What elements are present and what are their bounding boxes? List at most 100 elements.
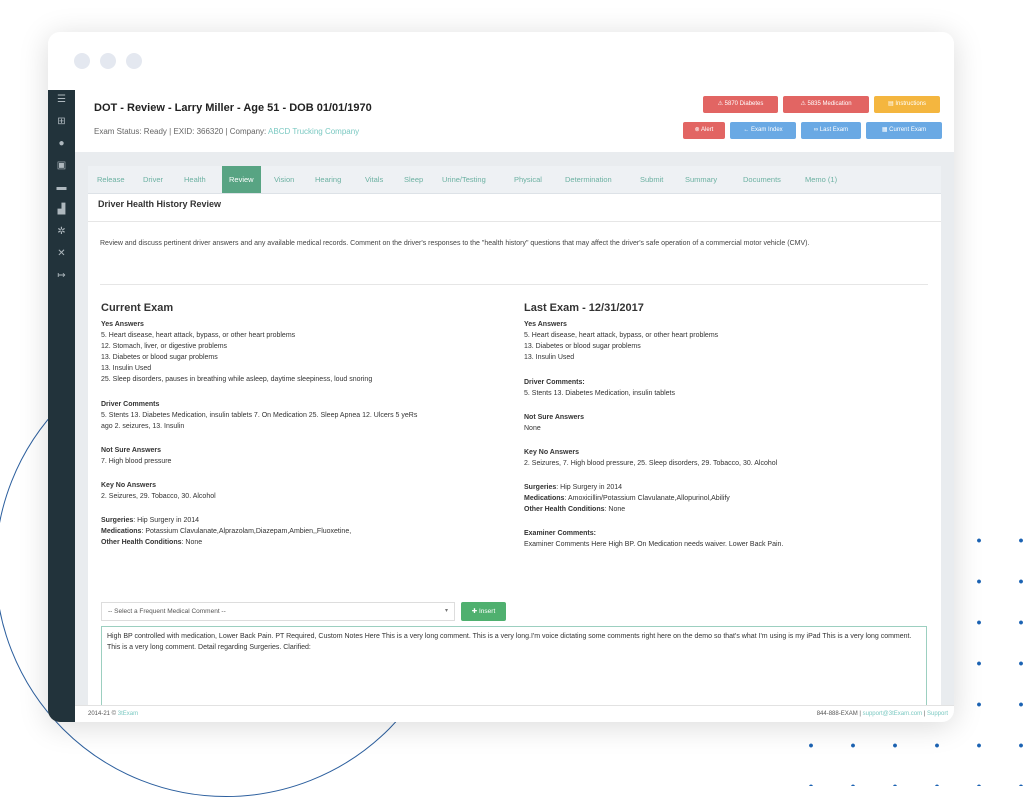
examiner-comments-label: Examiner Comments: — [524, 530, 596, 537]
current-medications: Medications: Potassium Clavulanate,Alpra… — [101, 526, 511, 537]
list-item: 13. Insulin Used — [101, 365, 152, 372]
footer: 2014-21 © 3tExam 844-888-EXAM | support@… — [75, 705, 954, 722]
tab-documents[interactable]: Documents — [743, 166, 781, 193]
last-exam-column: Last Exam - 12/31/2017 Yes Answers 5. He… — [524, 297, 934, 550]
tab-driver[interactable]: Driver — [143, 166, 163, 193]
tab-urine-testing[interactable]: Urine/Testing — [442, 166, 486, 193]
intro-text: Review and discuss pertinent driver answ… — [100, 240, 810, 247]
medications-label: Medications — [101, 528, 142, 535]
window-dot-1[interactable] — [74, 53, 90, 69]
company-link[interactable]: ABCD Trucking Company — [268, 127, 359, 136]
exam-tabs: Release Driver Health Review Vision Hear… — [88, 166, 941, 194]
folder-icon[interactable]: ▬ — [48, 182, 75, 194]
alert-button[interactable]: ⊗ Alert — [683, 122, 725, 139]
current-exam-button[interactable]: ▦ Current Exam — [866, 122, 942, 139]
list-icon[interactable]: ☰ — [48, 94, 75, 106]
current-keyno-label: Key No Answers — [101, 482, 156, 489]
tab-physical[interactable]: Physical — [514, 166, 542, 193]
other-conditions-label: Other Health Conditions — [101, 539, 182, 546]
window-dot-2[interactable] — [100, 53, 116, 69]
other-conditions-value: : None — [181, 539, 203, 546]
tab-review[interactable]: Review — [222, 166, 261, 193]
email-link[interactable]: support@3tExam.com — [863, 711, 922, 717]
warning-icon: ⚠ — [717, 101, 725, 107]
insert-button[interactable]: ✚ Insert — [461, 602, 506, 621]
logout-icon[interactable]: ↦ — [48, 270, 75, 282]
support-link[interactable]: Support — [927, 711, 948, 717]
tab-vitals[interactable]: Vitals — [365, 166, 383, 193]
exam-index-button[interactable]: ← Exam Index — [730, 122, 796, 139]
plus-icon: ✚ — [471, 608, 479, 615]
medication-button-label: 5835 Medication — [807, 101, 852, 107]
frequent-comment-select[interactable]: -- Select a Frequent Medical Comment -- … — [101, 602, 455, 621]
section-divider — [88, 221, 941, 222]
medication-button[interactable]: ⚠ 5835 Medication — [783, 96, 869, 113]
sidebar: ☰ ⊞ ● ▣ ▬ ▟ ✲ ✕ ↦ — [48, 90, 75, 722]
current-exam-button-label: Current Exam — [889, 127, 927, 133]
last-medications: Medications: Amoxicillin/Potassium Clavu… — [524, 493, 934, 504]
list-item: 13. Diabetes or blood sugar problems — [524, 343, 641, 350]
current-comments-line: 5. Stents 13. Diabetes Medication, insul… — [101, 412, 418, 419]
tab-release[interactable]: Release — [97, 166, 125, 193]
alert-button-label: Alert — [701, 127, 714, 133]
truck-icon[interactable]: ▣ — [48, 160, 75, 172]
current-yes-label: Yes Answers — [101, 321, 144, 328]
tools-icon[interactable]: ✕ — [48, 248, 75, 260]
last-yes-label: Yes Answers — [524, 321, 567, 328]
tab-summary[interactable]: Summary — [685, 166, 717, 193]
diabetes-button-label: 5870 Diabetes — [724, 101, 764, 107]
exam-status: Exam Status: Ready | EXID: 366320 | Comp… — [94, 127, 359, 136]
gear-icon[interactable]: ✲ — [48, 226, 75, 238]
last-exam-button[interactable]: ∞ Last Exam — [801, 122, 861, 139]
chart-icon[interactable]: ▟ — [48, 204, 75, 216]
surgeries-label: Surgeries — [101, 517, 134, 524]
review-panel: Release Driver Health Review Vision Hear… — [88, 166, 941, 722]
current-notsure-label: Not Sure Answers — [101, 447, 162, 454]
tab-memo[interactable]: Memo (1) — [805, 166, 837, 193]
exam-index-button-label: Exam Index — [750, 127, 783, 133]
tab-health[interactable]: Health — [184, 166, 206, 193]
user-icon[interactable]: ● — [48, 138, 75, 150]
surgeries-value: : Hip Surgery in 2014 — [133, 517, 200, 524]
last-other-conditions: Other Health Conditions: None — [524, 504, 934, 515]
tab-submit[interactable]: Submit — [640, 166, 663, 193]
surgeries-value: : Hip Surgery in 2014 — [556, 484, 623, 491]
medications-value: : Amoxicillin/Potassium Clavulanate,Allo… — [564, 495, 730, 502]
last-comments-value: 5. Stents 13. Diabetes Medication, insul… — [524, 390, 675, 397]
instructions-button[interactable]: ▤ Instructions — [874, 96, 940, 113]
insert-button-label: Insert — [479, 608, 496, 615]
current-keyno-value: 2. Seizures, 29. Tobacco, 30. Alcohol — [101, 493, 216, 500]
diabetes-button[interactable]: ⚠ 5870 Diabetes — [703, 96, 778, 113]
phone-text: 844-888-EXAM | — [816, 711, 863, 717]
page-title: DOT - Review - Larry Miller - Age 51 - D… — [94, 102, 372, 114]
tab-hearing[interactable]: Hearing — [315, 166, 341, 193]
current-other-conditions: Other Health Conditions: None — [101, 537, 511, 548]
brand-link[interactable]: 3tExam — [118, 711, 138, 717]
frequent-comment-select-value: -- Select a Frequent Medical Comment -- — [108, 608, 226, 615]
tab-sleep[interactable]: Sleep — [404, 166, 423, 193]
medications-label: Medications — [524, 495, 565, 502]
window-dot-3[interactable] — [126, 53, 142, 69]
hospital-icon[interactable]: ⊞ — [48, 116, 75, 128]
other-conditions-value: : None — [604, 506, 626, 513]
tab-vision[interactable]: Vision — [274, 166, 294, 193]
current-comments-line: ago 2. seizures, 13. Insulin — [101, 423, 185, 430]
warning-icon: ⚠ — [800, 101, 808, 107]
last-exam-title: Last Exam - 12/31/2017 — [524, 302, 644, 314]
list-item: 5. Heart disease, heart attack, bypass, … — [524, 332, 719, 339]
medications-value: : Potassium Clavulanate,Alprazolam,Diaze… — [141, 528, 352, 535]
other-conditions-label: Other Health Conditions — [524, 506, 605, 513]
intro-divider — [100, 284, 928, 285]
last-notsure-value: None — [524, 425, 541, 432]
footer-copyright: 2014-21 © 3tExam — [88, 706, 138, 722]
exam-status-text: Exam Status: Ready | EXID: 366320 | Comp… — [94, 127, 269, 136]
tab-determination[interactable]: Determination — [565, 166, 612, 193]
